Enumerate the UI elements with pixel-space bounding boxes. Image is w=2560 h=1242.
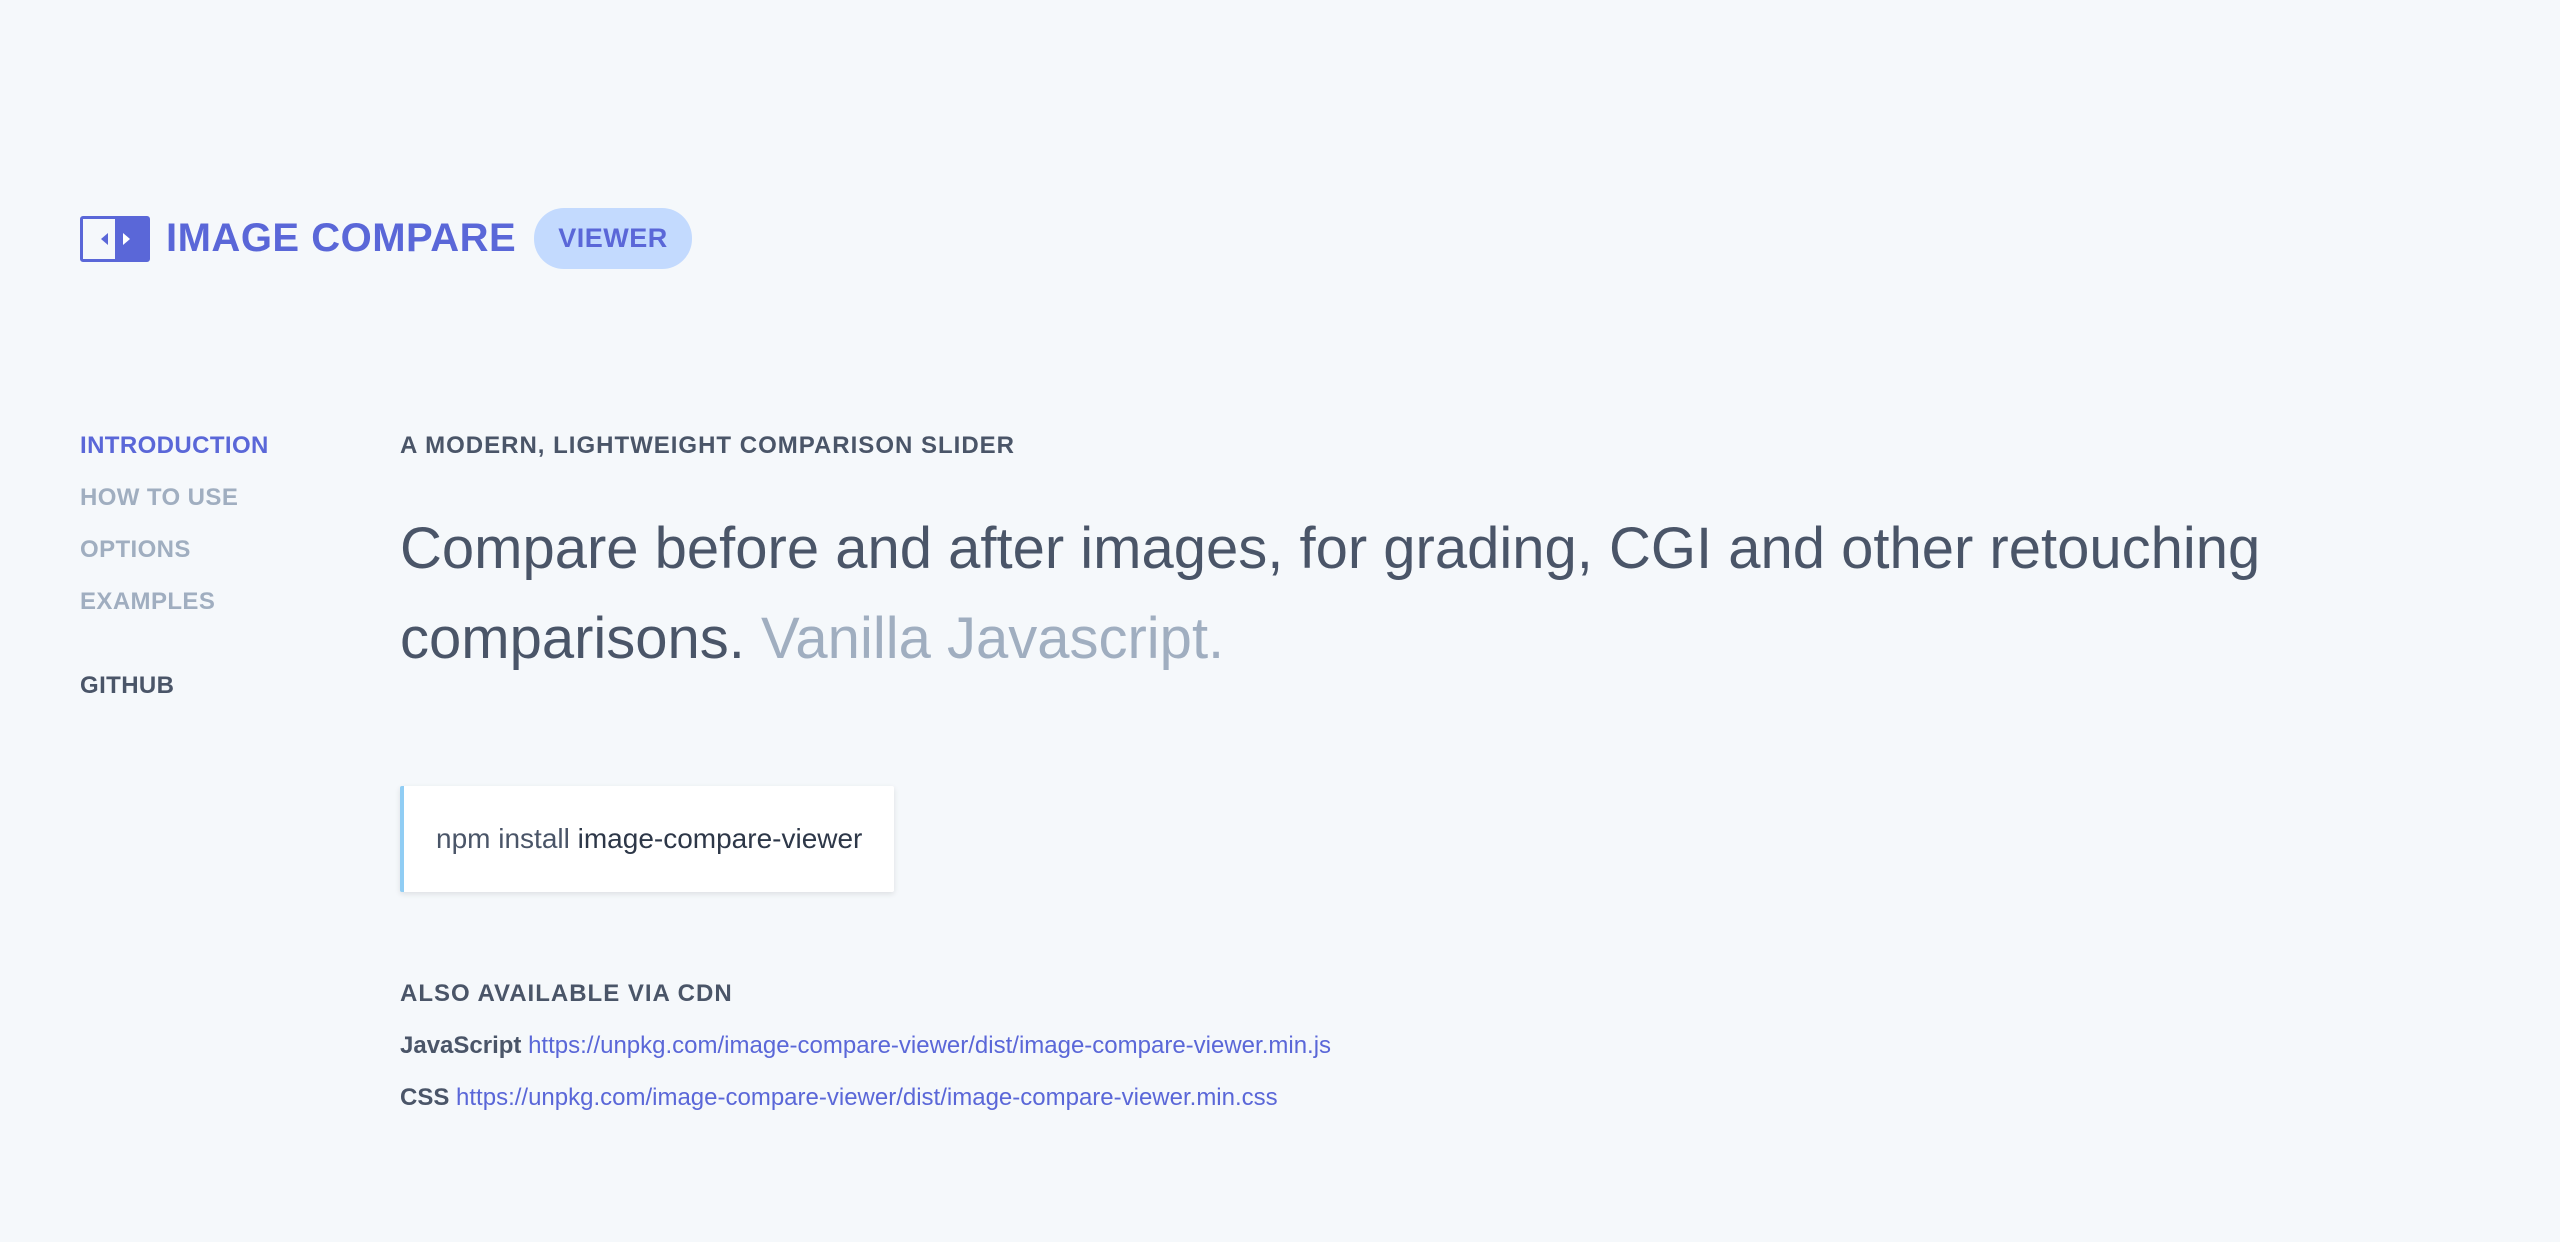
sidebar-item-examples[interactable]: EXAMPLES <box>80 586 340 638</box>
cdn-row-javascript: JavaScript https://unpkg.com/image-compa… <box>400 1030 2400 1062</box>
sidebar-item-github[interactable]: GITHUB <box>80 670 340 722</box>
cdn-link-javascript[interactable]: https://unpkg.com/image-compare-viewer/d… <box>528 1032 1331 1059</box>
cdn-label-css: CSS <box>400 1084 450 1111</box>
arrow-left-icon <box>100 232 108 245</box>
main-content: A MODERN, LIGHTWEIGHT COMPARISON SLIDER … <box>400 430 2400 1114</box>
cdn-row-css: CSS https://unpkg.com/image-compare-view… <box>400 1082 2400 1114</box>
sidebar-item-how-to-use[interactable]: HOW TO USE <box>80 482 340 534</box>
lead-paragraph: Compare before and after images, for gra… <box>400 504 2280 684</box>
image-compare-logo-icon[interactable] <box>80 215 150 262</box>
cdn-heading: ALSO AVAILABLE VIA CDN <box>400 980 733 1007</box>
install-command-box[interactable]: npm install image-compare-viewer <box>400 786 895 892</box>
lead-muted-text: Vanilla Javascript. <box>761 606 1225 671</box>
cdn-link-css[interactable]: https://unpkg.com/image-compare-viewer/d… <box>456 1084 1278 1111</box>
sidebar-nav: INTRODUCTION HOW TO USE OPTIONS EXAMPLES… <box>80 430 340 722</box>
section-eyebrow: A MODERN, LIGHTWEIGHT COMPARISON SLIDER <box>400 432 1015 459</box>
site-header: IMAGE COMPARE VIEWER <box>80 208 692 269</box>
brand-title[interactable]: IMAGE COMPARE <box>166 216 516 261</box>
sidebar-item-introduction[interactable]: INTRODUCTION <box>80 430 340 482</box>
lead-text: Compare before and after images, for gra… <box>400 516 2261 671</box>
arrow-right-icon <box>122 232 130 245</box>
cdn-label-javascript: JavaScript <box>400 1032 522 1059</box>
install-command: npm install <box>436 823 570 854</box>
sidebar-item-options[interactable]: OPTIONS <box>80 534 340 586</box>
brand-badge: VIEWER <box>534 208 692 269</box>
install-package-name: image-compare-viewer <box>577 823 863 854</box>
